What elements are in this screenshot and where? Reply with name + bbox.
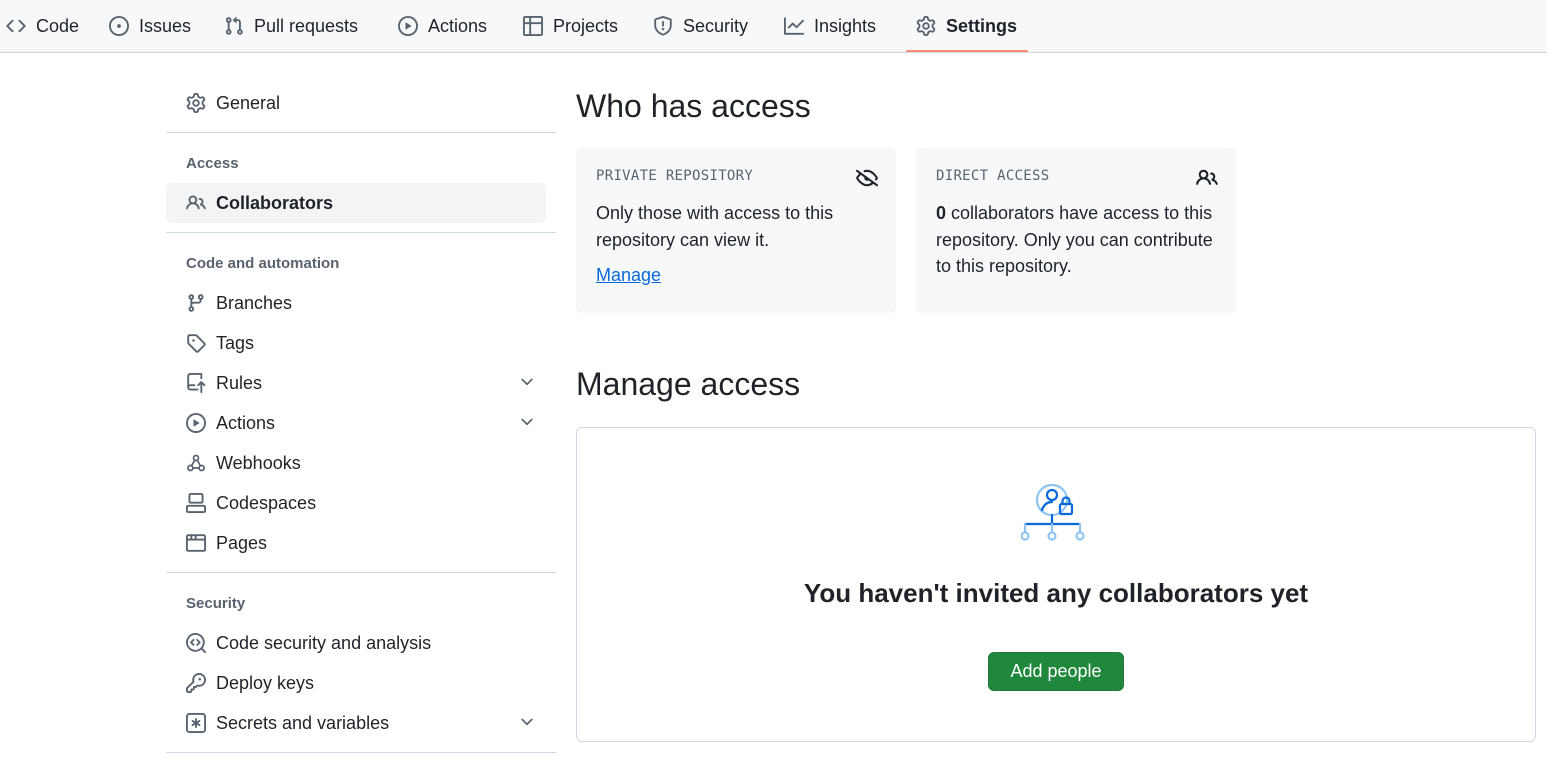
tab-security-label: Security <box>683 15 749 36</box>
tab-settings-label: Settings <box>946 15 1018 36</box>
collaborator-count: 0 <box>936 203 947 223</box>
sidebar-item-codespaces[interactable]: Codespaces <box>166 483 546 523</box>
eye-closed-icon <box>856 169 878 187</box>
sidebar-item-secrets[interactable]: Secrets and variables <box>166 703 546 743</box>
git-branch-icon <box>188 294 204 312</box>
tab-actions[interactable]: Actions <box>398 0 487 52</box>
tab-projects[interactable]: Projects <box>523 0 618 52</box>
sidebar-divider <box>166 572 556 573</box>
sidebar-item-label: General <box>216 92 281 113</box>
empty-state-title: You haven't invited any collaborators ye… <box>803 578 1309 608</box>
graph-icon <box>784 17 804 35</box>
gear-icon <box>186 93 206 113</box>
tab-insights[interactable]: Insights <box>784 0 876 52</box>
sidebar-item-label: Codespaces <box>216 492 317 513</box>
sidebar-item-label: Actions <box>216 412 276 433</box>
play-icon <box>186 413 206 433</box>
sidebar-item-label: Tags <box>216 332 255 353</box>
shield-icon <box>654 16 672 36</box>
card-label: PRIVATE REPOSITORY <box>596 168 754 184</box>
manage-link[interactable]: Manage <box>596 265 661 286</box>
sidebar-item-label: Secrets and variables <box>216 712 390 733</box>
who-has-access-heading: Who has access <box>576 88 811 124</box>
sidebar-item-label: Code security and analysis <box>216 632 432 653</box>
browser-icon <box>186 534 206 552</box>
repo-push-icon <box>187 373 206 393</box>
sidebar-item-label: Pages <box>216 532 268 553</box>
sidebar-item-actions[interactable]: Actions <box>166 403 546 443</box>
sidebar-item-webhooks[interactable]: Webhooks <box>166 443 546 483</box>
sidebar-item-label: Collaborators <box>216 192 334 213</box>
key-icon <box>186 673 206 693</box>
card-label: DIRECT ACCESS <box>936 168 1050 184</box>
tab-pull-requests-label: Pull requests <box>254 15 359 36</box>
collaborators-empty-state: You haven't invited any collaborators ye… <box>576 427 1536 742</box>
direct-access-card: DIRECT ACCESS 0 collaborators have acces… <box>916 148 1236 313</box>
sidebar-item-collaborators[interactable]: Collaborators <box>166 183 546 223</box>
tab-issues-label: Issues <box>139 15 192 36</box>
codespaces-icon <box>186 493 206 513</box>
chevron-down-icon <box>521 418 533 426</box>
tab-insights-label: Insights <box>814 15 877 36</box>
tab-code-label: Code <box>36 15 80 36</box>
tab-security[interactable]: Security <box>653 0 748 52</box>
active-tab-indicator <box>906 50 1028 52</box>
add-people-button[interactable]: Add people <box>988 652 1124 691</box>
card-description: Only those with access to this repositor… <box>596 203 834 250</box>
sidebar-item-tags[interactable]: Tags <box>166 323 546 363</box>
sidebar-item-rules[interactable]: Rules <box>166 363 546 403</box>
sidebar-item-branches[interactable]: Branches <box>166 283 546 323</box>
collaborators-lock-illustration <box>1021 483 1085 541</box>
private-repository-card: PRIVATE REPOSITORY Only those with acces… <box>576 148 896 313</box>
manage-access-heading: Manage access <box>576 366 801 402</box>
sidebar-heading-security: Security <box>186 595 246 612</box>
codescan-icon <box>186 633 206 653</box>
tag-icon <box>187 334 206 353</box>
chevron-down-icon <box>521 378 533 386</box>
git-pull-request-icon <box>225 16 243 35</box>
tab-actions-label: Actions <box>428 15 488 36</box>
sidebar-item-pages[interactable]: Pages <box>166 523 546 563</box>
sidebar-divider <box>166 132 556 133</box>
sidebar-item-label: Deploy keys <box>216 672 315 693</box>
sidebar-heading-code-automation: Code and automation <box>186 255 340 272</box>
tab-settings[interactable]: Settings <box>916 0 1017 52</box>
sidebar-item-deploy-keys[interactable]: Deploy keys <box>166 663 546 703</box>
people-icon <box>186 195 206 210</box>
tab-issues[interactable]: Issues <box>109 0 191 52</box>
sidebar-divider <box>166 232 556 233</box>
play-icon <box>398 16 418 36</box>
card-description-text: collaborators have access to this reposi… <box>936 203 1213 276</box>
sidebar-item-label: Rules <box>216 372 263 393</box>
sidebar-item-label: Webhooks <box>216 452 301 473</box>
chevron-down-icon <box>521 718 533 726</box>
gear-icon <box>916 16 936 36</box>
webhook-icon <box>187 454 205 472</box>
sidebar-heading-access: Access <box>186 155 239 172</box>
code-icon <box>6 19 26 33</box>
sidebar-item-general[interactable]: General <box>166 83 546 123</box>
people-icon <box>1196 169 1218 185</box>
card-description: 0 collaborators have access to this repo… <box>936 200 1216 280</box>
tab-code[interactable]: Code <box>6 0 79 52</box>
sidebar-item-code-security[interactable]: Code security and analysis <box>166 623 546 663</box>
tab-projects-label: Projects <box>553 15 619 36</box>
issue-opened-icon <box>109 16 129 36</box>
key-asterisk-icon <box>186 713 206 733</box>
table-icon <box>523 16 543 36</box>
sidebar-divider <box>166 752 556 753</box>
repo-nav: Code Issues Pull requests Actions Projec… <box>0 0 1547 53</box>
tab-pull-requests[interactable]: Pull requests <box>224 0 358 52</box>
sidebar-item-label: Branches <box>216 292 293 313</box>
